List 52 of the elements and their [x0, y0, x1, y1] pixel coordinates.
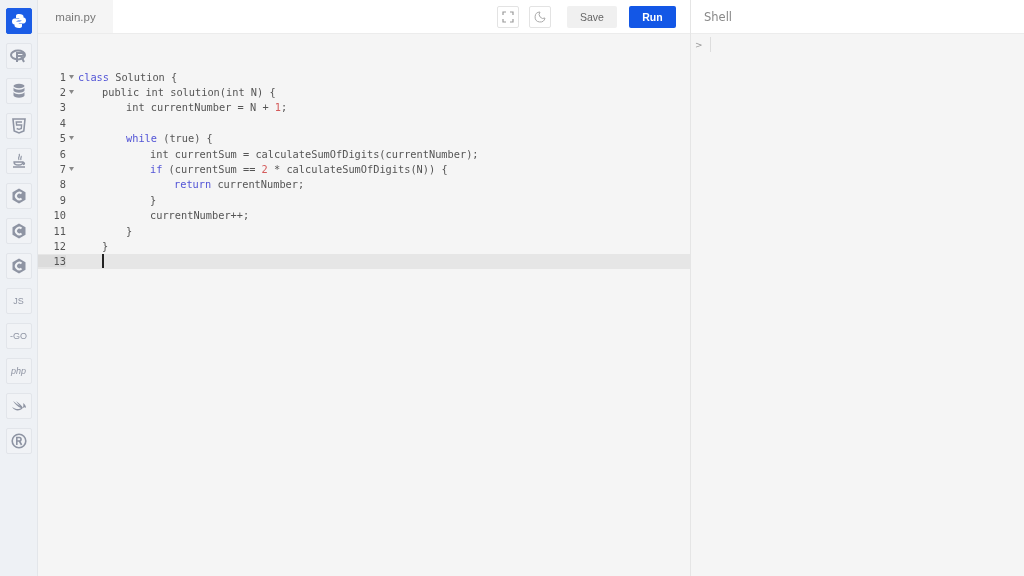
- r-logo-icon: [9, 49, 28, 63]
- line-number: 6: [58, 147, 66, 160]
- code-text: class Solution {: [77, 70, 178, 83]
- code-text: }: [125, 224, 133, 237]
- fold-caret-icon[interactable]: [68, 136, 74, 141]
- shell-tab[interactable]: Shell: [704, 9, 733, 24]
- coffee-cup-icon: [11, 153, 26, 169]
- dark-mode-button[interactable]: [529, 5, 551, 28]
- language-button[interactable]: [5, 8, 32, 34]
- language-button[interactable]: JS: [5, 288, 32, 314]
- line-number: 12: [52, 240, 66, 252]
- line-number: 9: [58, 193, 66, 206]
- fold-caret-icon[interactable]: [68, 90, 74, 95]
- code-text: int currentSum = calculateSumOfDigits(currentNumber);: [149, 147, 479, 160]
- code-text: while (true) {: [125, 132, 213, 145]
- line-number: 7: [58, 163, 66, 176]
- database-icon: [12, 83, 25, 99]
- line-number: 2: [58, 86, 66, 99]
- hexagon-c-icon: [10, 223, 27, 239]
- line-number: 4: [58, 116, 66, 129]
- line-number: 1: [58, 70, 66, 83]
- file-tab[interactable]: main.py: [38, 0, 113, 33]
- hexagon-c-icon: [10, 258, 27, 274]
- code-text: }: [101, 240, 109, 252]
- language-button[interactable]: -GO: [5, 323, 32, 349]
- language-button[interactable]: php: [5, 358, 32, 384]
- bird-icon: [10, 399, 27, 413]
- fold-caret-icon[interactable]: [68, 167, 74, 172]
- moon-icon: [534, 10, 546, 23]
- code-text: }: [149, 193, 157, 206]
- line-number: 11: [52, 224, 66, 237]
- line-number: 10: [52, 209, 66, 222]
- hexagon-c-icon: [10, 188, 27, 204]
- fold-caret-icon[interactable]: [68, 74, 74, 79]
- code-text: int currentNumber = N + 1;: [125, 101, 288, 114]
- line-number: 8: [58, 178, 66, 191]
- fullscreen-icon: [502, 10, 514, 23]
- code-text: public int solution(int N) {: [101, 86, 276, 99]
- line-number: 13: [38, 255, 66, 268]
- shell-prompt: >: [695, 39, 703, 50]
- code-text: return currentNumber;: [173, 178, 305, 191]
- save-button[interactable]: Save: [567, 5, 617, 28]
- text-cursor: [102, 254, 104, 269]
- code-text: currentNumber++;: [149, 209, 250, 222]
- line-number: 3: [58, 101, 66, 114]
- code-text: if (currentSum == 2 * calculateSumOfDigits(N)) {: [149, 163, 448, 176]
- fullscreen-button[interactable]: [497, 5, 519, 28]
- registered-icon: [10, 433, 27, 449]
- line-number: 5: [58, 132, 66, 145]
- run-button[interactable]: Run: [629, 5, 676, 28]
- shield-five-icon: [11, 118, 26, 134]
- snake-logo-icon: [10, 13, 27, 29]
